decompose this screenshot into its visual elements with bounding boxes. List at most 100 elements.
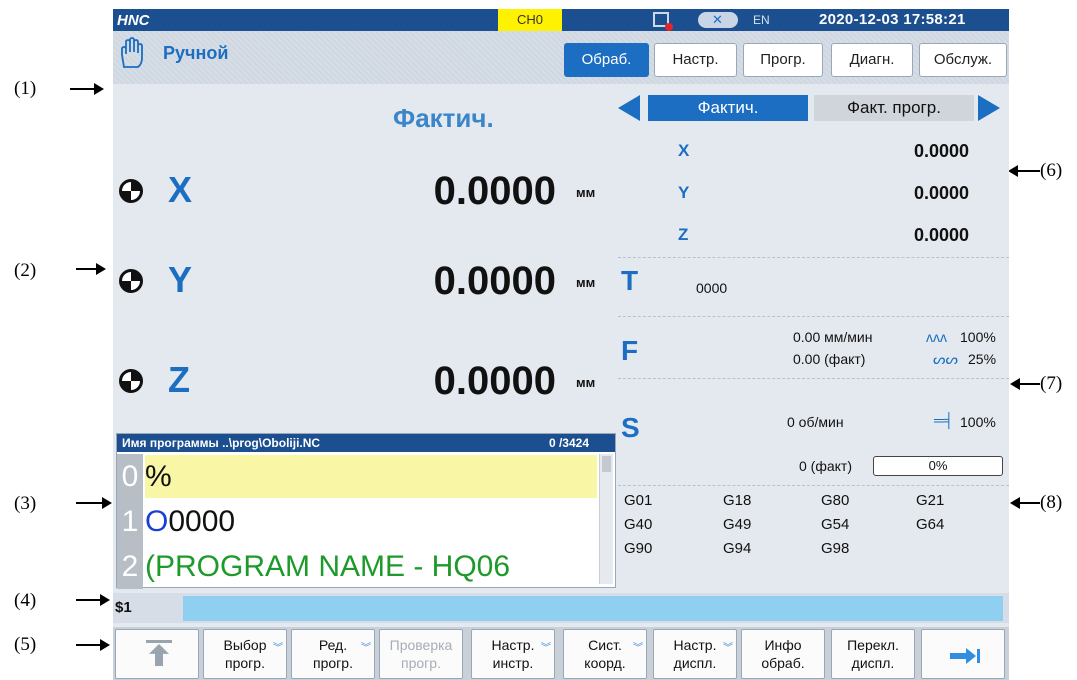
softkey-machining-info[interactable]: Инфо обраб. [741,629,825,679]
language-indicator[interactable]: EN [753,13,770,27]
softkey-edit-program[interactable]: Ред. прогр. ︾ [291,629,375,679]
zero-point-icon [119,269,143,293]
callout-arrow-5 [76,639,110,651]
tab-next-arrow-icon[interactable] [978,95,1000,121]
softkey-tool-setup[interactable]: Настр. инстр. ︾ [471,629,555,679]
hnc-logo: HNC [117,12,150,29]
channel-indicator[interactable]: CH0 [498,9,562,31]
gcode: G98 [821,540,850,557]
tool-label: T [621,265,639,296]
right-axis-value: 0.0000 [913,141,969,161]
datetime: 2020-12-03 17:58:21 [819,11,966,28]
tab-maintenance[interactable]: Обслуж. [919,43,1007,77]
gcode: G54 [821,516,850,533]
callout-arrow-1 [70,83,104,95]
feed-label: F [621,335,639,366]
tab-setup[interactable]: Настр. [654,43,737,77]
axis-unit: мм [576,275,596,290]
softkey-switch-display[interactable]: Перекл. диспл. [831,629,915,679]
coordinate-tabs: Фактич. Факт. прогр. [618,89,1009,125]
softkey-display-setup[interactable]: Настр. диспл. ︾ [653,629,737,679]
softkey-label: диспл. [851,655,895,671]
feed-actual: 0.00 (факт) [793,351,866,367]
softkey-label: Перекл. [847,637,899,653]
program-panel[interactable]: Имя программы ..\prog\Oboliji.NC 0 /3424… [116,433,616,589]
softkey-select-program[interactable]: Выбор прогр. ︾ [203,629,287,679]
network-error-icon [653,12,673,31]
softkey-back-to-top[interactable] [115,629,199,679]
axis-value: 0.0000 [433,359,556,403]
gcode-modal-list: G01 G18 G80 G21 G40 G49 G54 G64 G90 G94 … [618,484,1009,594]
main-coordinate-panel: Фактич. X 0.0000 мм Y 0.0000 мм Z 0.0000… [113,89,616,434]
axis-name: X [168,169,193,210]
axis-unit: мм [576,375,596,390]
code-line[interactable]: % [145,455,597,498]
callout-2: (2) [14,260,37,281]
callout-5: (5) [14,634,37,655]
right-axis-value: 0.0000 [913,225,969,245]
gcode: G21 [916,492,945,509]
mode-header: Ручной Обраб. Настр. Прогр. Диагн. Обслу… [113,31,1009,84]
command-prefix: $1 [115,599,132,616]
spindle-load-bar: 0% [873,456,1003,476]
tab-diagnostics[interactable]: Диагн. [831,43,913,77]
gcode: G01 [624,492,653,509]
back-to-top-arrow-icon [149,644,169,666]
softkey-label: Проверка [389,637,453,653]
spindle-override-icon: ═╡ [934,412,954,428]
callout-8: (8) [1040,492,1063,513]
feed-rate: 0.00 мм/мин [793,329,873,345]
program-name: Имя программы ..\prog\Oboliji.NC [122,436,321,450]
tab-actual[interactable]: Фактич. [648,95,808,121]
callout-arrow-7 [1010,378,1040,390]
gcode: G64 [916,516,945,533]
axis-row-z: Z 0.0000 мм [113,357,616,417]
softkey-check-program[interactable]: Проверка прогр. [379,629,463,679]
right-info-panel: Фактич. Факт. прогр. X 0.0000 Y 0.0000 Z… [618,89,1009,594]
softkey-coord-system[interactable]: Сист. коорд. ︾ [563,629,647,679]
mode-label: Ручной [163,43,229,63]
axis-value: 0.0000 [433,169,556,213]
gcode: G94 [723,540,752,557]
line-number: 1 [117,499,143,544]
gcode: G40 [624,516,653,533]
spindle-actual: 0 (факт) [799,458,852,474]
callout-4: (4) [14,590,37,611]
spindle-speed: 0 об/мин [787,414,844,430]
callout-arrow-2 [76,263,106,275]
feed-override: 100% [960,329,996,345]
gcode: G49 [723,516,752,533]
code-line[interactable]: (PROGRAM NAME - HQ06 [145,545,597,588]
axis-name: Z [168,359,190,400]
line-number: 2 [117,544,143,589]
status-bar: HNC CH0 ✕ EN 2020-12-03 17:58:21 [113,9,1009,31]
chevron-down-icon: ︾ [633,643,643,654]
right-axis-value: 0.0000 [913,183,969,203]
tab-machining[interactable]: Обраб. [564,43,649,77]
callout-arrow-6 [1008,165,1040,177]
program-line-count: 0 /3424 [548,436,589,450]
tab-program[interactable]: Прогр. [743,43,823,77]
softkey-label: обраб. [761,655,805,671]
softkey-label: прогр. [401,655,441,671]
callout-7: (7) [1040,373,1063,394]
code-line-rest: 0000 [168,505,236,538]
program-scrollbar[interactable] [599,454,613,584]
softkey-next-page[interactable] [921,629,1005,679]
close-icon[interactable]: ✕ [698,12,738,28]
callout-6: (6) [1040,160,1063,181]
tab-actual-program[interactable]: Факт. прогр. [814,95,974,121]
tab-prev-arrow-icon[interactable] [618,95,640,121]
back-to-top-icon [146,640,172,643]
axis-row-y: Y 0.0000 мм [113,257,616,317]
callout-3: (3) [14,493,37,514]
callout-arrow-3 [76,497,112,509]
command-line: $1 [113,593,1009,623]
divider [618,316,1009,317]
command-input[interactable] [183,596,1003,621]
spindle-override: 100% [960,414,996,430]
cnc-screen: HNC CH0 ✕ EN 2020-12-03 17:58:21 Ручной … [113,9,1009,680]
axis-name: Y [168,259,193,300]
gcode: G90 [624,540,653,557]
code-line[interactable]: O0000 [145,500,597,543]
